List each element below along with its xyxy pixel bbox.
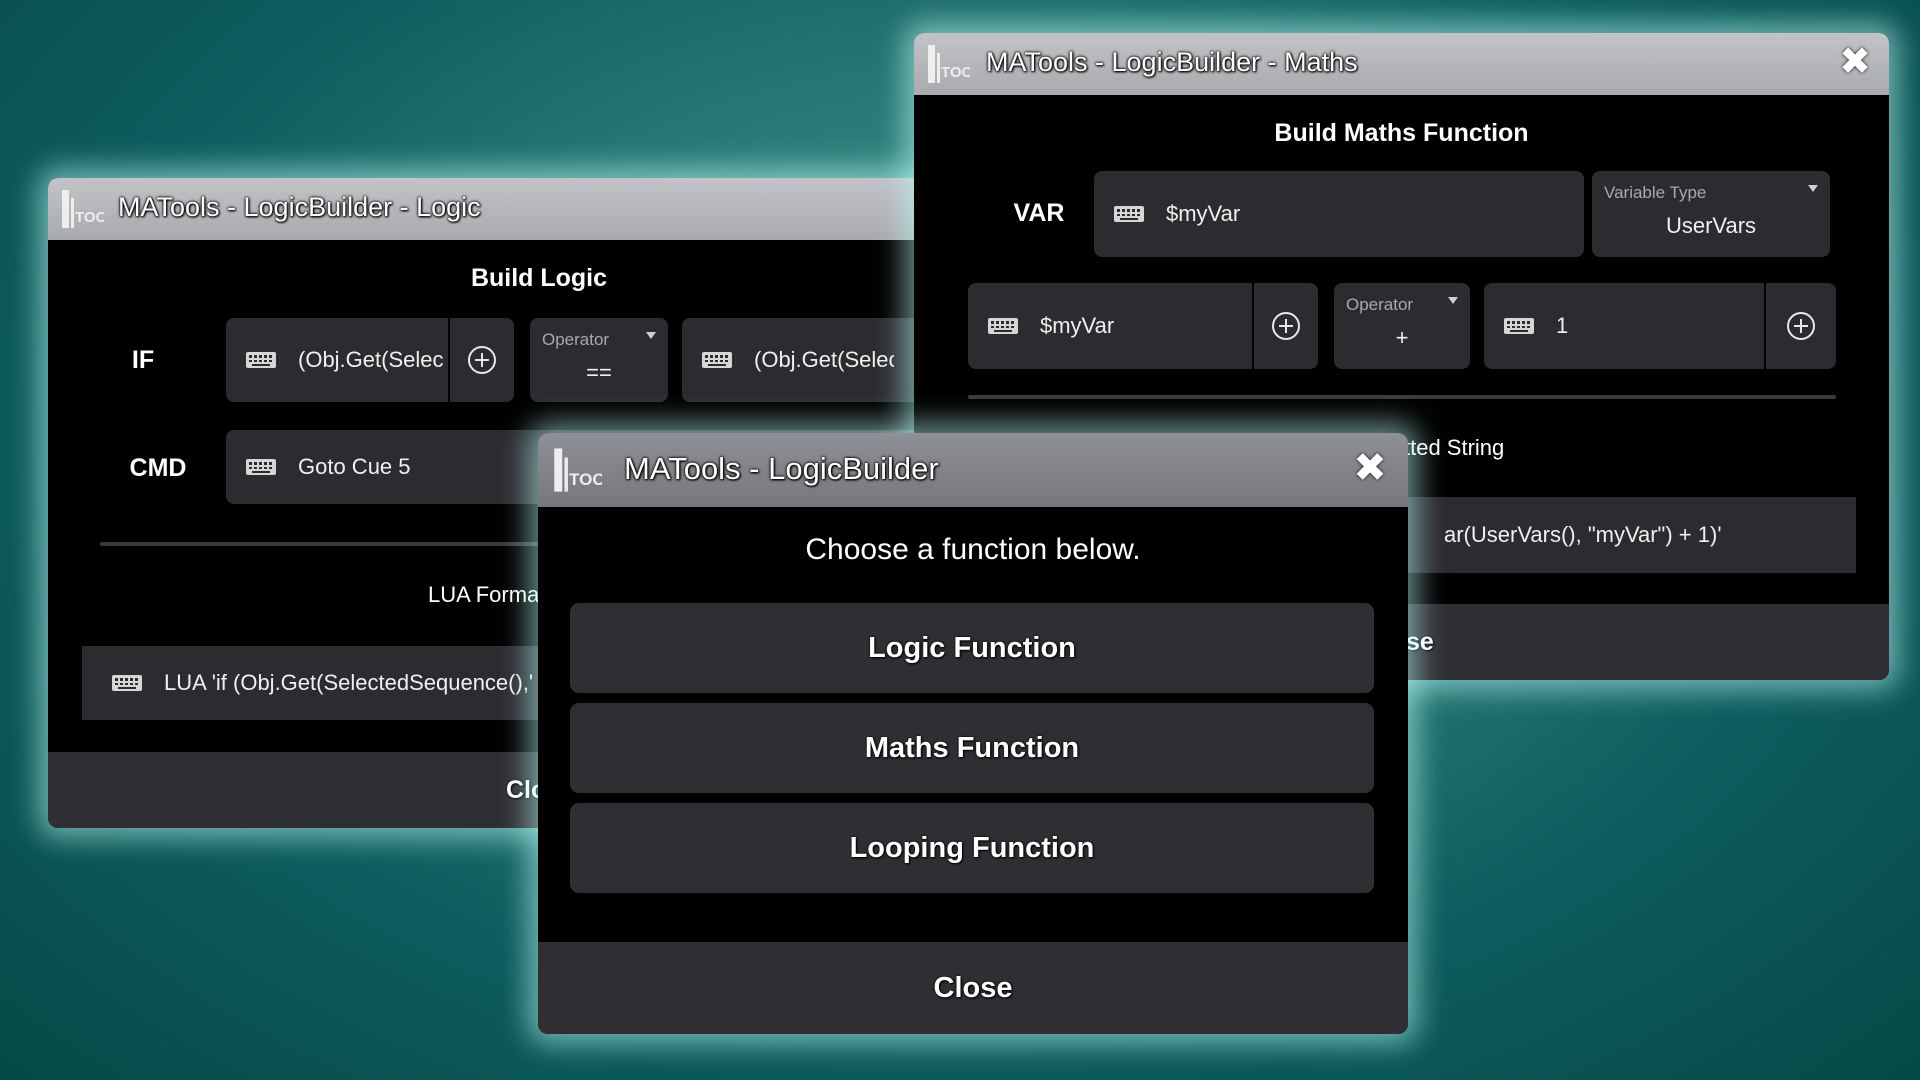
if-left-add-button[interactable]: [448, 318, 514, 402]
maths-close-x-icon[interactable]: ✖: [1833, 39, 1877, 83]
logic-function-button[interactable]: Logic Function: [570, 603, 1374, 693]
logicbuilder-title: MATools - LogicBuilder: [624, 451, 939, 486]
chevron-down-icon: [646, 332, 656, 339]
matools-logo-icon: TOOLS: [928, 45, 970, 83]
looping-function-button[interactable]: Looping Function: [570, 803, 1374, 893]
cmd-label: CMD: [129, 454, 187, 482]
logicbuilder-close-button[interactable]: Close: [538, 942, 1408, 1034]
if-operator-dropdown[interactable]: Operator ==: [530, 318, 668, 402]
right-operand-value: 1: [1556, 313, 1569, 338]
logic-heading: Build Logic: [470, 264, 608, 292]
matools-logo-icon: TOOLS: [554, 448, 602, 492]
maths-window-title: MATools - LogicBuilder - Maths: [986, 47, 1358, 77]
lua-format-label: LUA Forma: [428, 582, 540, 607]
if-operator-label: Operator: [542, 330, 610, 349]
keyboard-icon: [1504, 318, 1534, 334]
keyboard-icon: [1114, 206, 1144, 222]
keyboard-icon: [112, 675, 142, 691]
plus-circle-icon: [1787, 312, 1815, 340]
maths-heading: Build Maths Function: [1274, 119, 1529, 147]
variable-type-dropdown[interactable]: Variable Type UserVars: [1592, 171, 1830, 257]
maths-operator-value: +: [1395, 325, 1409, 350]
maths-close-label: se: [1406, 627, 1434, 656]
logic-window-titlebar[interactable]: TOOLS MATools - LogicBuilder - Logic: [48, 178, 953, 240]
chevron-down-icon: [1808, 185, 1818, 192]
left-operand-value: $myVar: [1040, 313, 1115, 338]
variable-type-label: Variable Type: [1604, 183, 1707, 202]
logicbuilder-close-x-icon[interactable]: ✖: [1346, 445, 1394, 491]
right-operand-add-button[interactable]: [1764, 283, 1836, 369]
lua-output-value: LUA 'if (Obj.Get(SelectedSequence(),': [164, 670, 534, 695]
left-operand-add-button[interactable]: [1252, 283, 1318, 369]
keyboard-icon: [246, 459, 276, 475]
if-right-value: (Obj.Get(Selec: [754, 347, 894, 372]
cmd-value: Goto Cue 5: [298, 454, 411, 479]
logicbuilder-titlebar[interactable]: TOOLS MATools - LogicBuilder ✖: [538, 433, 1408, 507]
svg-text:TOOLS: TOOLS: [75, 209, 104, 226]
if-label: IF: [131, 346, 155, 374]
keyboard-icon: [702, 352, 732, 368]
logic-window-title: MATools - LogicBuilder - Logic: [118, 192, 481, 222]
keyboard-icon: [988, 318, 1018, 334]
var-input[interactable]: $myVar: [1094, 171, 1584, 257]
left-operand-input[interactable]: $myVar: [968, 283, 1318, 369]
plus-circle-icon: [1272, 312, 1300, 340]
if-right-input[interactable]: (Obj.Get(Selec: [682, 318, 953, 402]
logicbuilder-window: TOOLS MATools - LogicBuilder ✖ Choose a …: [538, 433, 1408, 1034]
formatted-string-label: tted String: [1404, 435, 1505, 460]
maths-function-button[interactable]: Maths Function: [570, 703, 1374, 793]
matools-logo-icon: TOOLS: [62, 190, 104, 228]
choose-function-prompt: Choose a function below.: [805, 533, 1141, 566]
plus-circle-icon: [468, 346, 496, 374]
maths-divider: [968, 395, 1836, 399]
formatted-string-value: ar(UserVars(), "myVar") + 1)': [1444, 522, 1722, 547]
maths-operator-label: Operator: [1346, 295, 1414, 314]
if-left-input[interactable]: (Obj.Get(Selec: [226, 318, 514, 402]
var-value: $myVar: [1166, 201, 1241, 226]
maths-operator-dropdown[interactable]: Operator +: [1334, 283, 1470, 369]
maths-window-titlebar[interactable]: TOOLS MATools - LogicBuilder - Maths ✖: [914, 33, 1889, 95]
chevron-down-icon: [1448, 297, 1458, 304]
var-label: VAR: [1013, 199, 1065, 227]
if-operator-value: ==: [586, 360, 612, 385]
keyboard-icon: [246, 352, 276, 368]
svg-text:TOOLS: TOOLS: [569, 470, 602, 489]
variable-type-value: UserVars: [1665, 213, 1757, 238]
svg-text:TOOLS: TOOLS: [941, 64, 970, 81]
if-left-value: (Obj.Get(Selec: [298, 347, 444, 372]
right-operand-input[interactable]: 1: [1484, 283, 1836, 369]
